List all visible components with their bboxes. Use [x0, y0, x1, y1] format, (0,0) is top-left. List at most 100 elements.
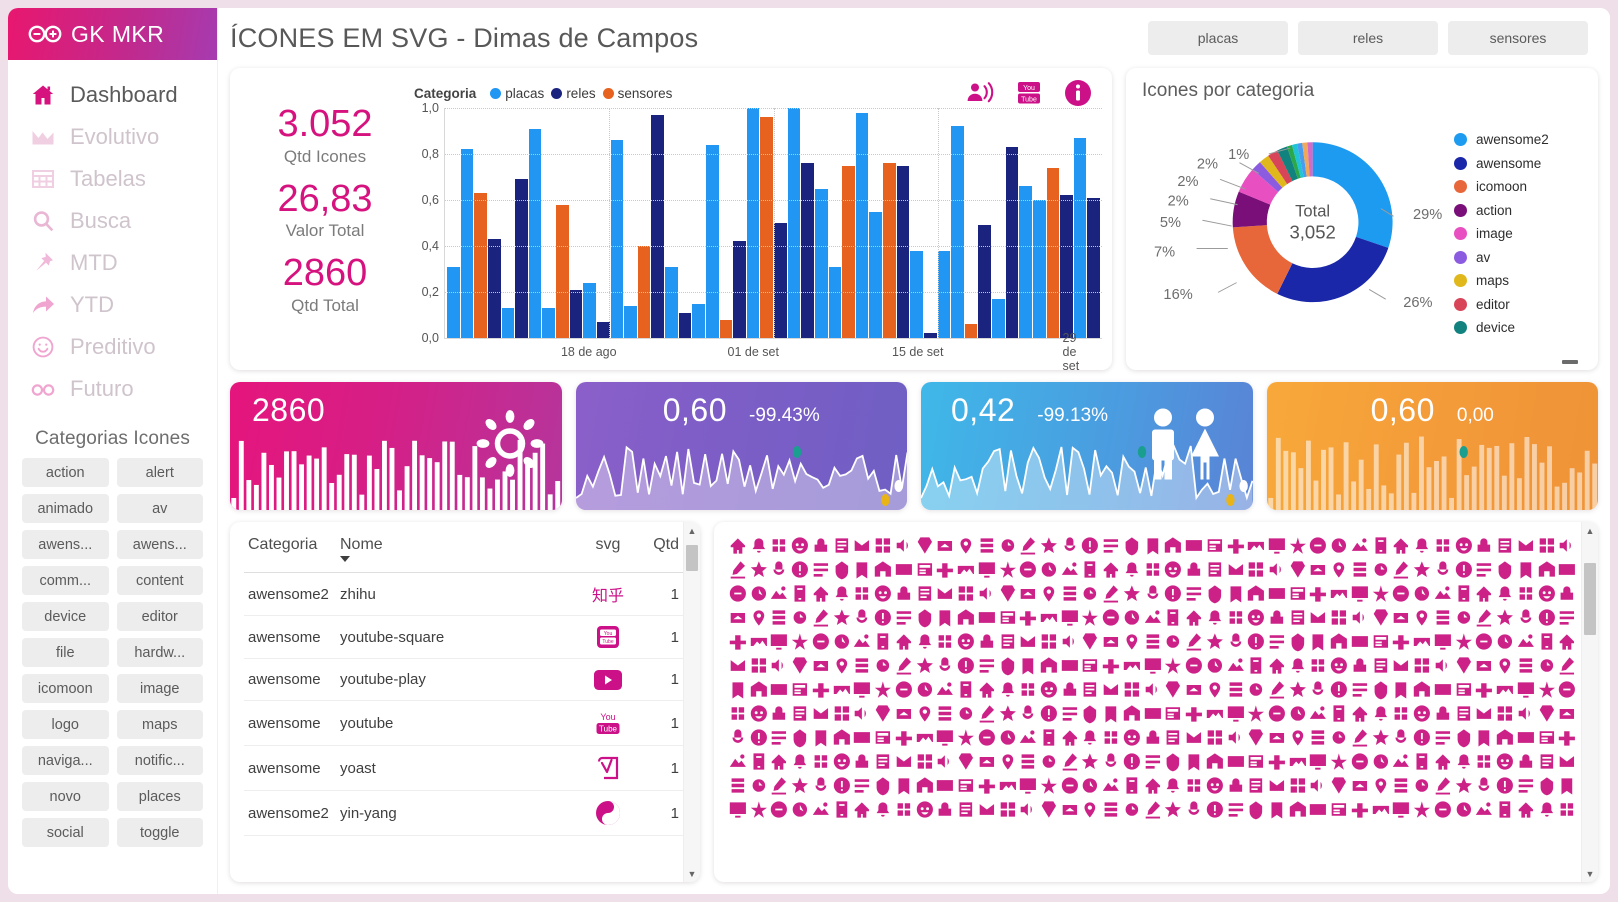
gallery-icon[interactable] — [1495, 678, 1515, 701]
donut-legend-item[interactable]: maps — [1454, 273, 1584, 288]
gallery-icon[interactable] — [1288, 630, 1308, 653]
gallery-icon[interactable] — [811, 774, 831, 797]
gallery-icon[interactable] — [956, 774, 976, 797]
gallery-icon[interactable] — [1537, 606, 1557, 629]
gallery-icon[interactable] — [1288, 654, 1308, 677]
bar[interactable] — [910, 250, 923, 338]
gallery-icon[interactable] — [935, 630, 955, 653]
gallery-icon[interactable] — [1018, 582, 1038, 605]
bar[interactable] — [610, 140, 624, 338]
gallery-icon[interactable] — [1122, 630, 1142, 653]
gallery-icon[interactable] — [1350, 630, 1370, 653]
gallery-icon[interactable] — [1267, 606, 1287, 629]
gallery-icon[interactable] — [873, 702, 893, 725]
gallery-icon[interactable] — [956, 534, 976, 557]
gallery-icon[interactable] — [811, 630, 831, 653]
bar[interactable] — [801, 163, 814, 338]
gallery-icon[interactable] — [852, 750, 872, 773]
gallery-icon[interactable] — [1391, 558, 1411, 581]
gallery-icon[interactable] — [1350, 678, 1370, 701]
gallery-icon[interactable] — [894, 582, 914, 605]
gallery-icon[interactable] — [1454, 630, 1474, 653]
bar[interactable] — [1087, 197, 1100, 338]
gallery-icon[interactable] — [1205, 750, 1225, 773]
gallery-icon[interactable] — [873, 678, 893, 701]
gallery-icon[interactable] — [1516, 798, 1536, 821]
bar[interactable] — [1073, 137, 1087, 338]
gallery-icon[interactable] — [1454, 606, 1474, 629]
gallery-icon[interactable] — [1454, 726, 1474, 749]
gallery-icon[interactable] — [1350, 726, 1370, 749]
gallery-icon[interactable] — [1474, 630, 1494, 653]
gallery-icon[interactable] — [811, 534, 831, 557]
scrollbar-track[interactable] — [684, 539, 700, 865]
gallery-icon[interactable] — [1226, 654, 1246, 677]
gallery-icon[interactable] — [1184, 774, 1204, 797]
gallery-icon[interactable] — [769, 606, 789, 629]
gallery-icon[interactable] — [1495, 630, 1515, 653]
gallery-icon[interactable] — [977, 750, 997, 773]
gallery-icon[interactable] — [728, 726, 748, 749]
gallery-icon[interactable] — [1329, 726, 1349, 749]
gallery-icon[interactable] — [1495, 654, 1515, 677]
gallery-icon[interactable] — [1495, 582, 1515, 605]
bar[interactable] — [855, 112, 869, 338]
scroll-up-icon[interactable]: ▲ — [688, 522, 697, 539]
gallery-icon[interactable] — [852, 606, 872, 629]
bar[interactable] — [814, 188, 828, 338]
gallery-icon[interactable] — [1288, 582, 1308, 605]
gallery-icon[interactable] — [832, 750, 852, 773]
gallery-icon[interactable] — [1163, 534, 1183, 557]
gallery-icon[interactable] — [1039, 534, 1059, 557]
gallery-icon[interactable] — [935, 702, 955, 725]
gallery-icon[interactable] — [1329, 582, 1349, 605]
gallery-icon[interactable] — [1557, 750, 1577, 773]
gallery-icon[interactable] — [1101, 534, 1121, 557]
gallery-icon[interactable] — [728, 750, 748, 773]
gallery-icon[interactable] — [977, 630, 997, 653]
category-button[interactable]: social — [22, 818, 109, 847]
gallery-icon[interactable] — [1474, 678, 1494, 701]
gallery-icon[interactable] — [769, 774, 789, 797]
bar[interactable] — [733, 241, 746, 338]
gallery-icon[interactable] — [1371, 654, 1391, 677]
gallery-icon[interactable] — [852, 726, 872, 749]
gallery-icon[interactable] — [1184, 582, 1204, 605]
sidebar-item-busca[interactable]: Busca — [8, 200, 217, 242]
gallery-icon[interactable] — [894, 750, 914, 773]
scrollbar-thumb[interactable] — [1584, 563, 1596, 635]
gallery-icon[interactable] — [894, 678, 914, 701]
gallery-icon[interactable] — [1246, 654, 1266, 677]
gallery-icon[interactable] — [852, 630, 872, 653]
gallery-icon[interactable] — [1060, 534, 1080, 557]
gallery-icon[interactable] — [1454, 534, 1474, 557]
category-button[interactable]: toggle — [116, 818, 203, 847]
gallery-icon[interactable] — [769, 558, 789, 581]
gallery-icon[interactable] — [1288, 678, 1308, 701]
gallery-icon[interactable] — [1350, 750, 1370, 773]
category-button[interactable]: comm... — [22, 566, 109, 595]
bar[interactable] — [746, 108, 760, 338]
gallery-icon[interactable] — [956, 750, 976, 773]
gallery-icon[interactable] — [1226, 582, 1246, 605]
gallery-icon[interactable] — [894, 774, 914, 797]
gallery-icon[interactable] — [894, 726, 914, 749]
gallery-icon[interactable] — [1080, 702, 1100, 725]
gallery-icon[interactable] — [1495, 534, 1515, 557]
gallery-icon[interactable] — [1412, 726, 1432, 749]
gallery-icon[interactable] — [1080, 606, 1100, 629]
kpi-tile-qtd-total[interactable]: 2860 — [230, 382, 562, 510]
gallery-icon[interactable] — [769, 702, 789, 725]
gallery-icon[interactable] — [1143, 558, 1163, 581]
gallery-icon[interactable] — [832, 534, 852, 557]
gallery-icon[interactable] — [1516, 534, 1536, 557]
gallery-icon[interactable] — [998, 678, 1018, 701]
donut-legend-item[interactable]: action — [1454, 203, 1584, 218]
donut-legend-item[interactable]: awensome2 — [1454, 132, 1584, 147]
gallery-icon[interactable] — [1080, 654, 1100, 677]
gallery-icon[interactable] — [749, 702, 769, 725]
gallery-icon[interactable] — [1308, 750, 1328, 773]
bar[interactable] — [692, 303, 705, 338]
gallery-icon[interactable] — [935, 678, 955, 701]
legend-item-sensores[interactable]: sensores — [602, 86, 672, 101]
